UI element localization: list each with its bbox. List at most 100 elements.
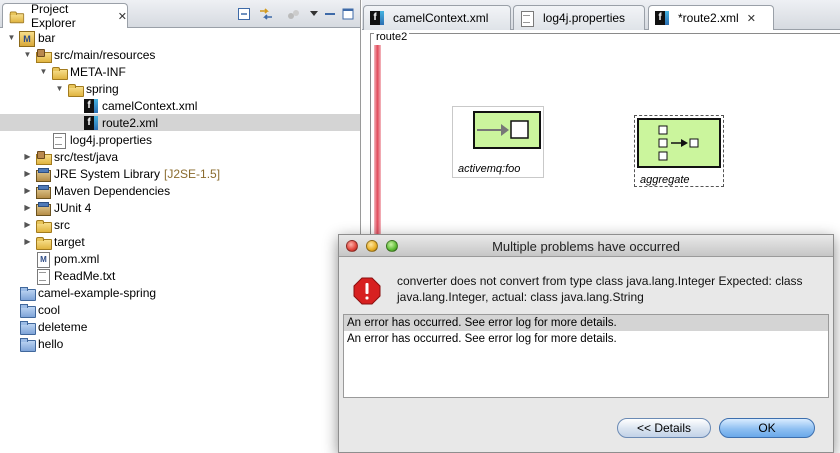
- link-with-editor-icon[interactable]: [258, 6, 274, 22]
- expanded-twisty-icon[interactable]: ▼: [6, 32, 17, 43]
- error-dialog: Multiple problems have occurred converte…: [338, 234, 834, 453]
- propfile-icon: [51, 132, 67, 149]
- collapsed-twisty-icon[interactable]: ▶: [22, 168, 33, 179]
- ok-button[interactable]: OK: [719, 418, 815, 438]
- tab-route2-xml[interactable]: *route2.xml ✕: [648, 5, 774, 30]
- srcfolder-icon: [35, 150, 52, 165]
- tree-item[interactable]: ReadMe.txt: [0, 267, 360, 285]
- tree-item[interactable]: ▶ JUnit 4: [0, 199, 360, 216]
- tree-item[interactable]: camel-example-spring: [0, 284, 360, 301]
- tree-item[interactable]: ▶ src: [0, 216, 360, 233]
- tree-item-label: bar: [38, 30, 56, 45]
- collapse-all-icon[interactable]: [236, 6, 252, 22]
- endpoint-figure: [473, 111, 541, 149]
- library-icon: [35, 201, 51, 216]
- dialog-title-bar[interactable]: Multiple problems have occurred: [339, 235, 833, 257]
- collapsed-twisty-icon[interactable]: ▶: [22, 202, 33, 213]
- folder-icon: [35, 235, 52, 250]
- tree-item-label: META-INF: [70, 64, 126, 79]
- tree-item[interactable]: ▶ target: [0, 233, 360, 250]
- editor-tab-bar: camelContext.xml log4j.properties *route…: [362, 0, 840, 30]
- tab-log4j-properties[interactable]: log4j.properties: [513, 5, 645, 30]
- aggregate-caption: aggregate: [640, 174, 690, 186]
- tree-item[interactable]: deleteme: [0, 318, 360, 335]
- folder-icon: [9, 10, 25, 24]
- tree-item[interactable]: pom.xml: [0, 250, 360, 268]
- expanded-twisty-icon[interactable]: ▼: [22, 49, 33, 60]
- aggregate-icon: [658, 125, 699, 161]
- tree-item-label: hello: [38, 336, 64, 351]
- collapsed-twisty-icon[interactable]: ▶: [22, 236, 33, 247]
- endpoint-caption: activemq:foo: [458, 163, 521, 175]
- collapsed-twisty-icon[interactable]: ▶: [22, 219, 33, 230]
- project-icon: [19, 303, 36, 318]
- xml-file-icon: [369, 11, 385, 25]
- tree-item[interactable]: route2.xml: [0, 114, 360, 131]
- tab-camelcontext-xml[interactable]: camelContext.xml: [363, 5, 511, 30]
- project-icon: [19, 286, 36, 301]
- route-label: route2: [374, 31, 410, 43]
- tree-item-label: JRE System Library: [54, 166, 161, 181]
- close-icon[interactable]: ✕: [747, 12, 756, 25]
- folder-icon: [35, 218, 52, 233]
- expanded-twisty-icon[interactable]: ▼: [38, 66, 49, 77]
- tree-item[interactable]: hello: [0, 335, 360, 352]
- srcfolder-icon: [35, 48, 52, 63]
- tab-project-explorer[interactable]: Project Explorer ✕: [2, 2, 128, 30]
- error-message: converter does not convert from type cla…: [397, 274, 803, 304]
- tree-item-label: camel-example-spring: [38, 285, 157, 300]
- tree-item-label: deleteme: [38, 319, 88, 334]
- expanded-twisty-icon[interactable]: ▼: [54, 83, 65, 94]
- filter-icon[interactable]: [286, 6, 302, 22]
- tab-label: log4j.properties: [543, 11, 626, 25]
- details-button[interactable]: << Details: [617, 418, 711, 438]
- xmlfile-icon: [83, 98, 99, 113]
- explorer-tab-bar: Project Explorer ✕: [0, 0, 360, 30]
- tree-item-label: src/test/java: [54, 149, 119, 164]
- collapsed-twisty-icon[interactable]: ▶: [22, 185, 33, 196]
- tree-item[interactable]: cool: [0, 301, 360, 318]
- project-tree: ▼ bar ▼ src/main/resources ▼ META-INF ▼ spring c…: [0, 29, 360, 352]
- view-menu-icon[interactable]: [306, 6, 322, 22]
- xmlfile-icon: [83, 115, 99, 130]
- tree-item[interactable]: ▶ src/test/java: [0, 148, 360, 165]
- error-details-list[interactable]: An error has occurred. See error log for…: [343, 314, 829, 398]
- tree-item[interactable]: ▼ bar: [0, 29, 360, 47]
- collapsed-twisty-icon[interactable]: ▶: [22, 151, 33, 162]
- aggregate-node[interactable]: aggregate: [634, 115, 724, 187]
- tree-item-label: camelContext.xml: [102, 98, 198, 113]
- tree-item[interactable]: ▶ Maven Dependencies: [0, 182, 360, 199]
- tree-item-label: route2.xml: [102, 115, 159, 130]
- endpoint-node[interactable]: activemq:foo: [452, 106, 544, 178]
- tree-item[interactable]: ▶ JRE System Library [J2SE-1.5]: [0, 165, 360, 182]
- library-icon: [35, 167, 51, 182]
- tree-item[interactable]: ▼ META-INF: [0, 63, 360, 80]
- tree-item[interactable]: ▼ spring: [0, 80, 360, 97]
- minimize-icon[interactable]: [322, 6, 338, 22]
- tree-item-label: Maven Dependencies: [54, 183, 171, 198]
- tab-label: Project Explorer: [31, 2, 76, 30]
- list-item[interactable]: An error has occurred. See error log for…: [344, 331, 828, 347]
- project-icon: [19, 337, 36, 352]
- tree-item-label: src: [54, 217, 70, 232]
- endpoint-icon: [477, 120, 529, 139]
- list-item[interactable]: An error has occurred. See error log for…: [344, 315, 828, 331]
- tree-item-label: cool: [38, 302, 61, 317]
- tree-item[interactable]: log4j.properties: [0, 131, 360, 149]
- tree-item[interactable]: ▼ src/main/resources: [0, 46, 360, 63]
- tree-item[interactable]: camelContext.xml: [0, 97, 360, 114]
- txtfile-icon: [35, 268, 51, 285]
- maximize-icon[interactable]: [340, 6, 356, 22]
- tree-item-label: pom.xml: [54, 251, 100, 266]
- library-icon: [35, 184, 51, 199]
- tab-label: *route2.xml: [678, 11, 739, 25]
- close-icon[interactable]: ✕: [118, 10, 127, 23]
- tree-item-label: src/main/resources: [54, 47, 156, 62]
- tab-label: camelContext.xml: [393, 11, 489, 25]
